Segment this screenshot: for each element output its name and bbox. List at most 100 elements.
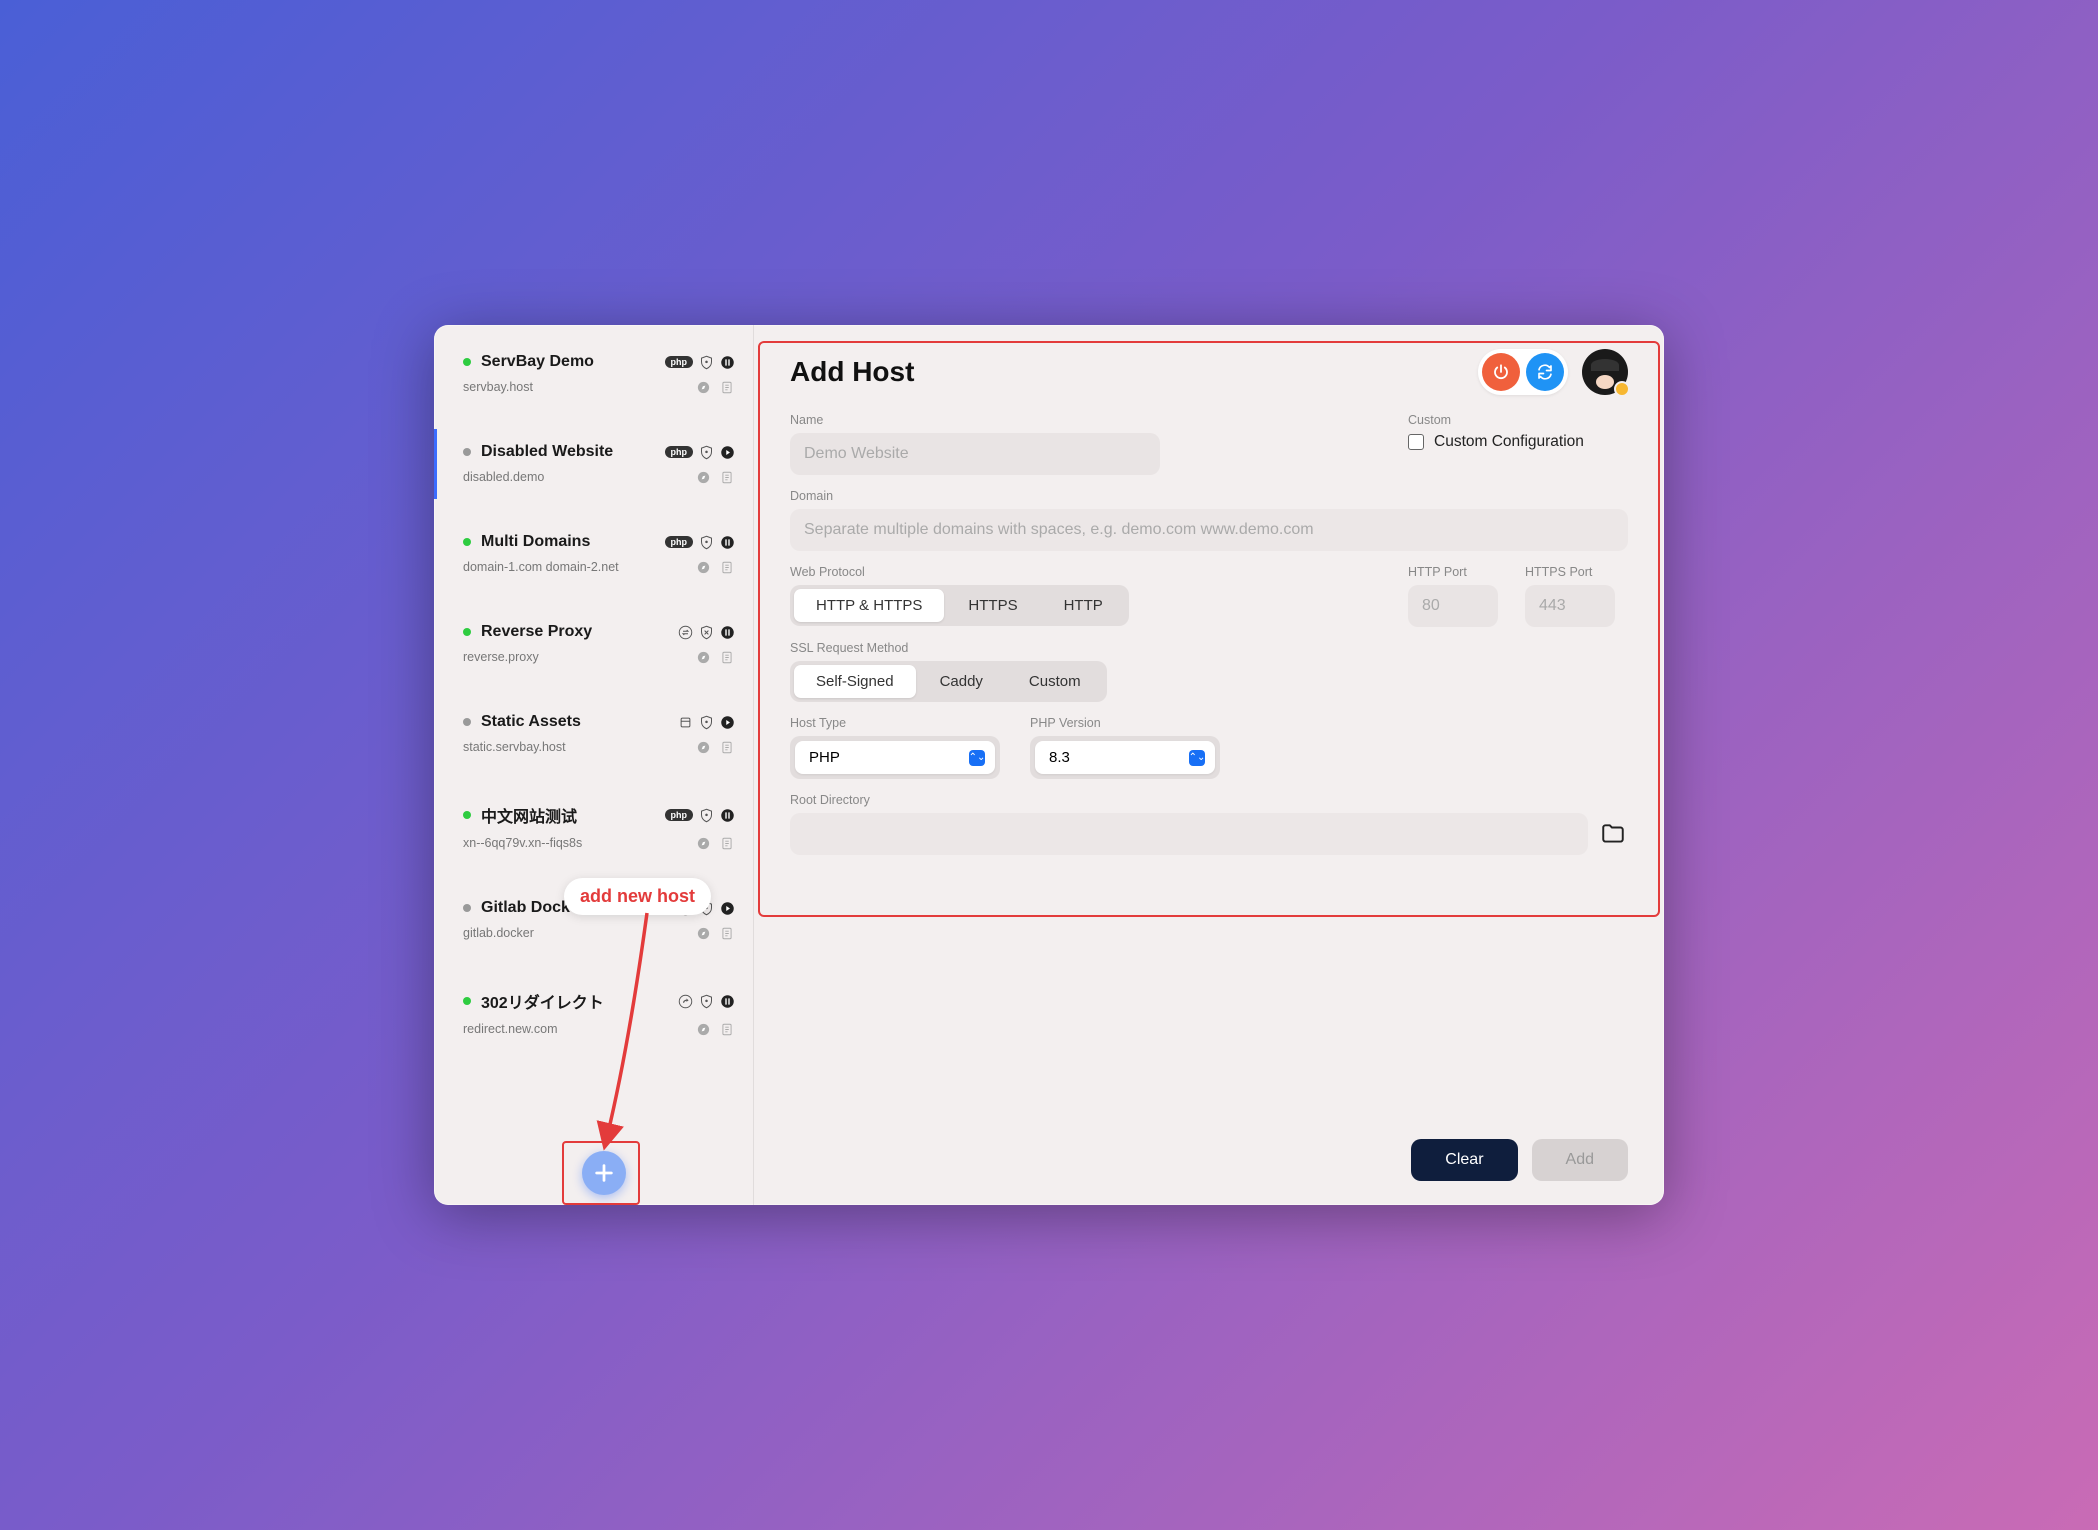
ssl-custom[interactable]: Custom: [1007, 665, 1103, 698]
annotation-tooltip: add new host: [564, 878, 711, 915]
custom-config-label: Custom Configuration: [1434, 433, 1584, 451]
pause-icon: [720, 355, 735, 370]
shield-icon: [699, 355, 714, 370]
site-name: Static Assets: [481, 713, 581, 731]
power-button[interactable]: [1482, 353, 1520, 391]
note-icon[interactable]: [719, 649, 735, 665]
protocol-segment: HTTP & HTTPS HTTPS HTTP: [790, 585, 1129, 626]
https-port-label: HTTPS Port: [1525, 565, 1628, 579]
note-icon[interactable]: [719, 739, 735, 755]
compass-icon[interactable]: [695, 739, 711, 755]
hosttype-value: PHP: [809, 749, 840, 766]
sidebar-item[interactable]: Static Assets static.servbay.host: [434, 699, 753, 769]
avatar[interactable]: [1582, 349, 1628, 395]
status-dot: [463, 718, 471, 726]
status-dot: [463, 538, 471, 546]
domain-label: Domain: [790, 489, 1628, 503]
note-icon[interactable]: [719, 559, 735, 575]
sidebar-item[interactable]: 中文网站测试 php xn--6qq79v.xn--fiqs8s: [434, 789, 753, 865]
protocol-http-https[interactable]: HTTP & HTTPS: [794, 589, 944, 622]
status-dot: [463, 997, 471, 1005]
site-domain: gitlab.docker: [463, 926, 534, 940]
sidebar-item[interactable]: Reverse Proxy reverse.proxy: [434, 609, 753, 679]
compass-icon[interactable]: [695, 1021, 711, 1037]
site-name: 302リダイレクト: [481, 989, 604, 1013]
root-label: Root Directory: [790, 793, 1628, 807]
site-name: ServBay Demo: [481, 353, 594, 371]
site-domain: reverse.proxy: [463, 650, 539, 664]
shield-x-icon: [699, 625, 714, 640]
play-icon: [720, 715, 735, 730]
note-icon[interactable]: [719, 379, 735, 395]
compass-icon[interactable]: [695, 559, 711, 575]
compass-icon[interactable]: [695, 379, 711, 395]
sidebar-item[interactable]: Disabled Website php disabled.demo: [434, 429, 753, 499]
site-domain: servbay.host: [463, 380, 533, 394]
pause-icon: [720, 994, 735, 1009]
site-name: Reverse Proxy: [481, 623, 592, 641]
compass-icon[interactable]: [695, 925, 711, 941]
protocol-label: Web Protocol: [790, 565, 1378, 579]
note-icon[interactable]: [719, 835, 735, 851]
page-title: Add Host: [790, 356, 914, 388]
redirect-icon: [678, 994, 693, 1009]
name-input[interactable]: [790, 433, 1160, 475]
shield-icon: [699, 808, 714, 823]
php-icon: php: [665, 356, 694, 368]
http-port-input[interactable]: [1408, 585, 1498, 627]
custom-config-checkbox[interactable]: Custom Configuration: [1408, 433, 1628, 451]
compass-icon[interactable]: [695, 649, 711, 665]
status-dot: [463, 448, 471, 456]
compass-icon[interactable]: [695, 835, 711, 851]
hosttype-label: Host Type: [790, 716, 1000, 730]
shield-icon: [699, 535, 714, 550]
swap-icon: [678, 625, 693, 640]
hosttype-select[interactable]: PHP ⌃⌄: [795, 741, 995, 774]
phpver-select[interactable]: 8.3 ⌃⌄: [1035, 741, 1215, 774]
php-icon: php: [665, 446, 694, 458]
ssl-self-signed[interactable]: Self-Signed: [794, 665, 916, 698]
play-icon: [720, 901, 735, 916]
site-domain: redirect.new.com: [463, 1022, 557, 1036]
add-button[interactable]: Add: [1532, 1139, 1628, 1181]
https-port-input[interactable]: [1525, 585, 1615, 627]
note-icon[interactable]: [719, 469, 735, 485]
sidebar: ServBay Demo php servbay.host Disabled W…: [434, 325, 754, 1205]
main-panel: Add Host Name: [754, 325, 1664, 1205]
folder-icon[interactable]: [1598, 821, 1628, 847]
shield-icon: [699, 445, 714, 460]
site-domain: xn--6qq79v.xn--fiqs8s: [463, 836, 582, 850]
power-controls: [1478, 349, 1568, 395]
note-icon[interactable]: [719, 1021, 735, 1037]
ssl-caddy[interactable]: Caddy: [918, 665, 1005, 698]
protocol-https[interactable]: HTTPS: [946, 589, 1039, 622]
footer: Clear Add: [790, 1119, 1628, 1181]
chevron-down-icon: ⌃⌄: [969, 750, 985, 766]
compass-icon[interactable]: [695, 469, 711, 485]
name-label: Name: [790, 413, 1378, 427]
php-icon: php: [665, 536, 694, 548]
site-domain: disabled.demo: [463, 470, 544, 484]
sidebar-item[interactable]: 302リダイレクト redirect.new.com: [434, 975, 753, 1051]
topbar: Add Host: [790, 349, 1628, 395]
domain-input[interactable]: [790, 509, 1628, 551]
play-icon: [720, 445, 735, 460]
root-input[interactable]: [790, 813, 1588, 855]
sidebar-item[interactable]: Multi Domains php domain-1.com domain-2.…: [434, 519, 753, 589]
protocol-http[interactable]: HTTP: [1042, 589, 1125, 622]
clear-button[interactable]: Clear: [1411, 1139, 1517, 1181]
sidebar-item[interactable]: ServBay Demo php servbay.host: [434, 339, 753, 409]
site-name: Multi Domains: [481, 533, 590, 551]
site-name: 中文网站测试: [481, 803, 577, 827]
note-icon[interactable]: [719, 925, 735, 941]
shield-icon: [699, 715, 714, 730]
add-host-fab[interactable]: [582, 1151, 626, 1195]
site-domain: static.servbay.host: [463, 740, 566, 754]
ssl-segment: Self-Signed Caddy Custom: [790, 661, 1107, 702]
refresh-button[interactable]: [1526, 353, 1564, 391]
checkbox-icon: [1408, 434, 1424, 450]
ssl-label: SSL Request Method: [790, 641, 1628, 655]
pause-icon: [720, 535, 735, 550]
http-port-label: HTTP Port: [1408, 565, 1511, 579]
status-dot: [463, 358, 471, 366]
